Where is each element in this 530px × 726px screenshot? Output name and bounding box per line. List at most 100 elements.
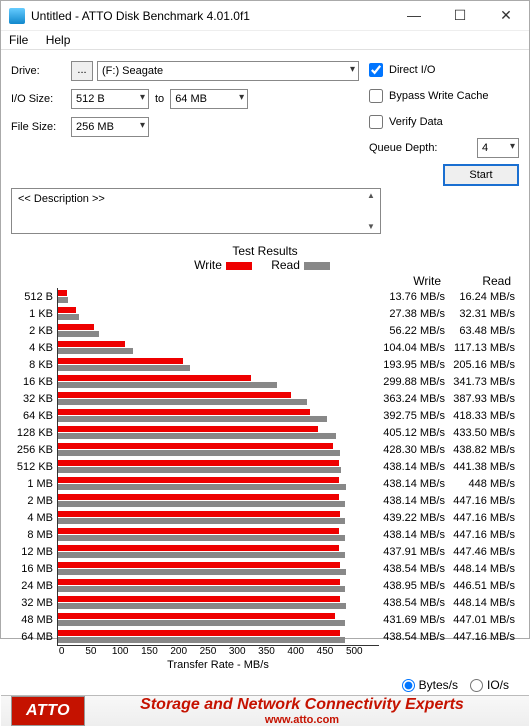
footer-url[interactable]: www.atto.com	[85, 714, 519, 726]
read-bar	[58, 484, 346, 490]
row-write-value: 13.76 MB/s	[379, 291, 449, 303]
io-size-label: I/O Size:	[11, 93, 71, 105]
verify-data-checkbox[interactable]	[369, 115, 383, 129]
table-row: 512 B13.76 MB/s16.24 MB/s	[11, 288, 519, 305]
desc-scroll-down[interactable]: ▼	[364, 222, 378, 231]
io-size-from-select[interactable]: 512 B	[71, 89, 149, 109]
col-read: Read	[445, 274, 515, 288]
file-size-select[interactable]: 256 MB	[71, 117, 149, 137]
row-category: 64 MB	[11, 631, 57, 643]
row-read-value: 448 MB/s	[449, 478, 519, 490]
table-row: 4 MB439.22 MB/s447.16 MB/s	[11, 509, 519, 526]
row-bars	[57, 339, 379, 356]
row-category: 4 MB	[11, 512, 57, 524]
app-icon	[9, 8, 25, 24]
row-bars	[57, 628, 379, 645]
maximize-button[interactable]: ☐	[437, 1, 483, 31]
write-bar	[58, 307, 76, 313]
queue-depth-label: Queue Depth:	[369, 142, 477, 154]
row-bars	[57, 458, 379, 475]
row-write-value: 193.95 MB/s	[379, 359, 449, 371]
menu-help[interactable]: Help	[46, 33, 71, 47]
desc-scroll-up[interactable]: ▲	[364, 191, 378, 200]
write-bar	[58, 613, 335, 619]
row-read-value: 16.24 MB/s	[449, 291, 519, 303]
table-row: 2 MB438.14 MB/s447.16 MB/s	[11, 492, 519, 509]
row-category: 12 MB	[11, 546, 57, 558]
row-bars	[57, 509, 379, 526]
table-row: 8 MB438.14 MB/s447.16 MB/s	[11, 526, 519, 543]
chart-title: Test Results	[232, 244, 297, 258]
read-bar	[58, 518, 345, 524]
row-bars	[57, 305, 379, 322]
row-bars	[57, 390, 379, 407]
drive-select[interactable]: (F:) Seagate	[97, 61, 359, 81]
legend-read-swatch	[304, 262, 330, 270]
read-bar	[58, 348, 133, 354]
write-bar	[58, 596, 340, 602]
row-read-value: 433.50 MB/s	[449, 427, 519, 439]
table-row: 12 MB437.91 MB/s447.46 MB/s	[11, 543, 519, 560]
table-row: 512 KB438.14 MB/s441.38 MB/s	[11, 458, 519, 475]
read-bar	[58, 586, 345, 592]
write-bar	[58, 511, 340, 517]
row-read-value: 447.16 MB/s	[449, 631, 519, 643]
row-read-value: 447.16 MB/s	[449, 512, 519, 524]
close-button[interactable]: ✕	[483, 1, 529, 31]
read-bar	[58, 416, 327, 422]
bypass-cache-checkbox[interactable]	[369, 89, 383, 103]
row-read-value: 441.38 MB/s	[449, 461, 519, 473]
table-row: 64 KB392.75 MB/s418.33 MB/s	[11, 407, 519, 424]
units-ios-radio[interactable]	[470, 679, 483, 692]
start-button[interactable]: Start	[443, 164, 519, 186]
direct-io-checkbox[interactable]	[369, 63, 383, 77]
write-bar	[58, 358, 183, 364]
row-category: 8 KB	[11, 359, 57, 371]
read-bar	[58, 569, 346, 575]
menu-bar: File Help	[1, 31, 529, 50]
title-bar: Untitled - ATTO Disk Benchmark 4.01.0f1 …	[1, 1, 529, 31]
write-bar	[58, 341, 125, 347]
row-read-value: 341.73 MB/s	[449, 376, 519, 388]
drive-browse-button[interactable]: ...	[71, 61, 93, 81]
legend-write-label: Write	[194, 258, 222, 272]
x-axis-label: Transfer Rate - MB/s	[57, 659, 379, 671]
table-row: 64 MB438.54 MB/s447.16 MB/s	[11, 628, 519, 645]
results-table: 512 B13.76 MB/s16.24 MB/s1 KB27.38 MB/s3…	[11, 288, 519, 645]
read-bar	[58, 331, 99, 337]
row-category: 128 KB	[11, 427, 57, 439]
row-category: 24 MB	[11, 580, 57, 592]
row-category: 2 MB	[11, 495, 57, 507]
row-category: 16 KB	[11, 376, 57, 388]
row-bars	[57, 373, 379, 390]
io-to-label: to	[155, 93, 164, 105]
io-size-to-select[interactable]: 64 MB	[170, 89, 248, 109]
description-placeholder: << Description >>	[18, 193, 105, 205]
table-row: 8 KB 193.95 MB/s205.16 MB/s	[11, 356, 519, 373]
row-bars	[57, 322, 379, 339]
row-bars	[57, 577, 379, 594]
read-bar	[58, 314, 79, 320]
row-write-value: 438.54 MB/s	[379, 563, 449, 575]
row-read-value: 387.93 MB/s	[449, 393, 519, 405]
atto-logo: ATTO	[11, 696, 85, 726]
row-write-value: 438.14 MB/s	[379, 495, 449, 507]
table-row: 32 KB363.24 MB/s387.93 MB/s	[11, 390, 519, 407]
queue-depth-select[interactable]: 4	[477, 138, 519, 158]
units-bytes-radio[interactable]	[402, 679, 415, 692]
row-read-value: 205.16 MB/s	[449, 359, 519, 371]
row-bars	[57, 526, 379, 543]
row-category: 48 MB	[11, 614, 57, 626]
minimize-button[interactable]: —	[391, 1, 437, 31]
read-bar	[58, 467, 341, 473]
read-bar	[58, 501, 345, 507]
write-bar	[58, 528, 339, 534]
description-textarea[interactable]: << Description >> ▲ ▼	[11, 188, 381, 234]
row-category: 256 KB	[11, 444, 57, 456]
row-write-value: 438.14 MB/s	[379, 461, 449, 473]
menu-file[interactable]: File	[9, 33, 28, 47]
row-write-value: 437.91 MB/s	[379, 546, 449, 558]
row-write-value: 438.95 MB/s	[379, 580, 449, 592]
write-bar	[58, 443, 333, 449]
row-category: 4 KB	[11, 342, 57, 354]
